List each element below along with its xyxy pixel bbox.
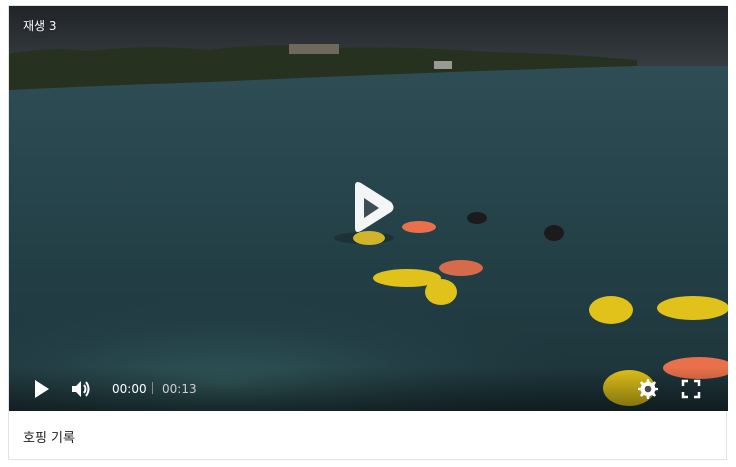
video-card: 재생 3 00:00 00:13 호핑 기록 — [8, 5, 728, 460]
volume-icon[interactable] — [69, 377, 93, 401]
fullscreen-icon[interactable] — [679, 377, 703, 401]
big-play-icon[interactable] — [341, 178, 401, 238]
video-player[interactable]: 재생 3 00:00 00:13 — [9, 6, 728, 411]
video-caption: 호핑 기록 — [23, 431, 75, 446]
control-bar: 00:00 00:13 — [9, 367, 728, 411]
play-icon[interactable] — [29, 377, 53, 401]
duration: 00:13 — [162, 382, 197, 396]
view-count: 재생 3 — [23, 19, 57, 33]
current-time: 00:00 — [112, 382, 147, 396]
gear-icon[interactable] — [636, 377, 660, 401]
time-separator — [152, 382, 153, 394]
